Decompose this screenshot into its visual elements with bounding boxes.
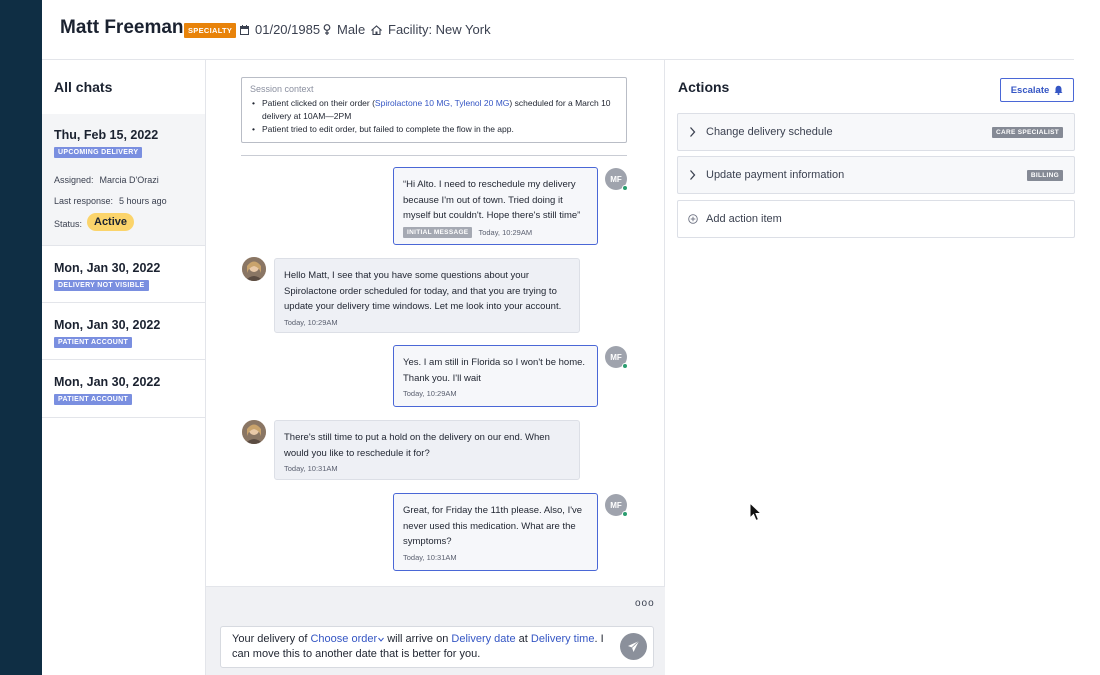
patient-message: Great, for Friday the 11th please. Also,… — [393, 493, 598, 571]
specialty-badge: SPECIALTY — [184, 23, 237, 38]
avatar-initials: MF — [610, 174, 622, 184]
escalate-button[interactable]: Escalate — [1000, 78, 1074, 102]
agent-avatar — [242, 257, 266, 281]
app-sidebar — [0, 0, 42, 675]
sex-field: Male — [323, 22, 365, 37]
online-indicator — [622, 363, 628, 369]
action-label: Change delivery schedule — [706, 126, 833, 138]
bell-icon — [1054, 85, 1063, 95]
action-change-delivery[interactable]: Change delivery schedule CARE SPECIALIST — [677, 113, 1075, 151]
message-time: Today, 10:29AM — [478, 227, 533, 237]
chat-date: Thu, Feb 15, 2022 — [54, 128, 159, 142]
session-context-item: Patient clicked on their order (Spirolac… — [250, 97, 618, 123]
initial-message-badge: INITIAL MESSAGE — [403, 226, 473, 238]
send-icon — [628, 640, 640, 652]
chat-date: Mon, Jan 30, 2022 — [54, 318, 161, 332]
chat-category-badge: PATIENT ACCOUNT — [54, 394, 133, 405]
chat-category-badge: PATIENT ACCOUNT — [54, 337, 133, 348]
actions-panel: Actions Escalate Change delivery schedul… — [666, 60, 1100, 675]
facility-value: Facility: New York — [388, 22, 491, 37]
sex-value: Male — [337, 22, 366, 37]
assigned-label: Assigned: — [54, 175, 94, 185]
message-text: Yes. I am still in Florida so I won't be… — [403, 357, 586, 384]
order-link[interactable]: Spirolactone 10 MG, Tylenol 20 MG — [375, 98, 510, 108]
message-meta: INITIAL MESSAGE Today, 10:29AM — [403, 226, 588, 238]
last-response-label: Last response: — [54, 196, 114, 206]
avatar: MF — [605, 346, 628, 369]
last-response-value: 5 hours ago — [119, 196, 167, 206]
gender-icon — [323, 24, 331, 35]
action-label: Add action item — [706, 213, 782, 225]
chat-item[interactable]: Mon, Jan 30, 2022 PATIENT ACCOUNT — [42, 360, 205, 418]
composer-text: at — [515, 633, 531, 645]
chat-category-badge: UPCOMING DELIVERY — [54, 147, 143, 158]
chat-date: Mon, Jan 30, 2022 — [54, 375, 161, 389]
billing-tag: BILLING — [1026, 170, 1063, 181]
agent-message: Hello Matt, I see that you have some que… — [274, 258, 580, 333]
more-options-icon[interactable]: ooo — [635, 598, 655, 609]
plus-circle-icon — [688, 214, 698, 224]
assigned-row: Assigned: Marcia D'Orazi — [54, 175, 159, 185]
choose-order-token[interactable]: Choose order — [310, 633, 377, 645]
patient-message: “Hi Alto. I need to reschedule my delive… — [393, 167, 598, 245]
status-label: Status: — [54, 219, 83, 229]
care-specialist-tag: CARE SPECIALIST — [991, 127, 1063, 138]
chevron-right-icon — [690, 127, 696, 137]
agent-avatar — [242, 420, 266, 444]
message-text: Great, for Friday the 11th please. Also,… — [403, 505, 583, 547]
agent-message: There's still time to put a hold on the … — [274, 420, 580, 480]
message-input[interactable]: Your delivery of Choose order will arriv… — [220, 626, 654, 668]
message-text: “Hi Alto. I need to reschedule my delive… — [403, 179, 581, 221]
facility-field: Facility: New York — [371, 22, 491, 37]
patient-header: Matt Freeman SPECIALTY 01/20/1985 Male F… — [42, 0, 1100, 60]
action-update-payment[interactable]: Update payment information BILLING — [677, 156, 1075, 194]
message-time: Today, 10:29AM — [403, 389, 457, 398]
online-indicator — [622, 511, 628, 517]
chat-item[interactable]: Mon, Jan 30, 2022 DELIVERY NOT VISIBLE — [42, 246, 205, 303]
chat-list-title: All chats — [54, 79, 113, 95]
status-badge: Active — [87, 213, 135, 231]
message-time: Today, 10:31AM — [284, 464, 338, 473]
last-response-row: Last response: 5 hours ago — [54, 196, 167, 206]
avatar-initials: MF — [610, 352, 622, 362]
send-button[interactable] — [620, 633, 647, 660]
message-text: Hello Matt, I see that you have some que… — [284, 270, 562, 312]
dob-field: 01/20/1985 — [240, 22, 320, 37]
patient-message: Yes. I am still in Florida so I won't be… — [393, 345, 598, 407]
composer-text: will arrive on — [384, 633, 452, 645]
patient-name: Matt Freeman — [60, 17, 184, 38]
session-context: Session context Patient clicked on their… — [241, 77, 627, 143]
actions-title: Actions — [678, 79, 730, 95]
dob-value: 01/20/1985 — [255, 22, 321, 37]
session-text: Patient clicked on their order ( — [262, 98, 375, 108]
context-divider — [241, 155, 627, 156]
avatar: MF — [605, 494, 628, 517]
mouse-cursor-icon — [749, 502, 762, 522]
session-context-title: Session context — [250, 84, 314, 94]
add-action-item[interactable]: Add action item — [677, 200, 1075, 238]
message-time: Today, 10:31AM — [403, 552, 457, 562]
conversation-panel: Session context Patient clicked on their… — [206, 60, 665, 675]
composer-text: Your delivery of — [232, 633, 311, 645]
chevron-right-icon — [690, 170, 696, 180]
chat-date: Mon, Jan 30, 2022 — [54, 261, 161, 275]
calendar-icon — [240, 24, 249, 35]
chat-list-panel: All chats Thu, Feb 15, 2022 UPCOMING DEL… — [42, 60, 206, 675]
home-icon — [371, 24, 382, 35]
session-context-item: Patient tried to edit order, but failed … — [250, 123, 618, 136]
avatar: MF — [605, 168, 628, 191]
escalate-label: Escalate — [1010, 84, 1050, 96]
delivery-date-token[interactable]: Delivery date — [451, 633, 515, 645]
delivery-time-token[interactable]: Delivery time — [531, 633, 595, 645]
chat-item[interactable]: Mon, Jan 30, 2022 PATIENT ACCOUNT — [42, 303, 205, 360]
chat-category-badge: DELIVERY NOT VISIBLE — [54, 280, 149, 291]
avatar-initials: MF — [610, 500, 622, 510]
chat-item-active[interactable]: Thu, Feb 15, 2022 UPCOMING DELIVERY Assi… — [42, 114, 205, 246]
assigned-value: Marcia D'Orazi — [99, 175, 159, 185]
message-text: There's still time to put a hold on the … — [284, 432, 550, 459]
message-time: Today, 10:29AM — [284, 317, 338, 327]
action-label: Update payment information — [706, 169, 845, 181]
online-indicator — [622, 185, 628, 191]
